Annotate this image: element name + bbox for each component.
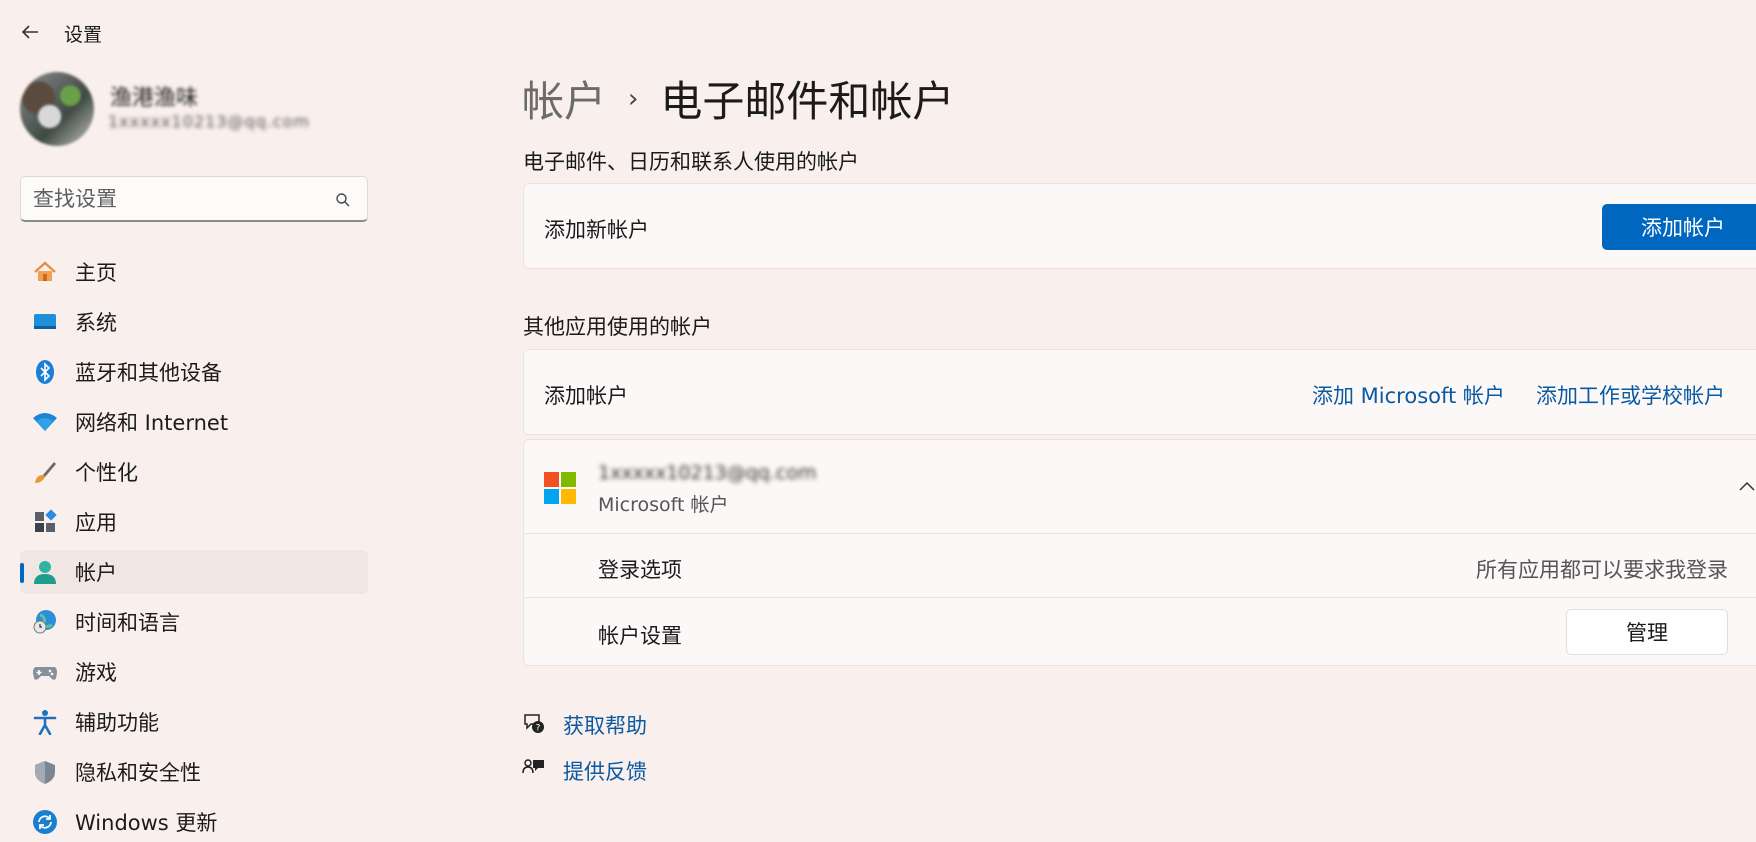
sidebar-item-bluetooth[interactable]: 蓝牙和其他设备	[20, 350, 368, 394]
globe-clock-icon	[32, 609, 58, 635]
sidebar-item-personalization[interactable]: 个性化	[20, 450, 368, 494]
sidebar-item-system[interactable]: 系统	[20, 300, 368, 344]
title-bar: 设置	[0, 0, 1756, 62]
other-accounts-card: 添加帐户 添加 Microsoft 帐户 添加工作或学校帐户	[523, 349, 1756, 435]
sidebar-item-windows-update[interactable]: Windows 更新	[20, 800, 368, 842]
arrow-left-icon	[21, 25, 38, 39]
add-account-label: 添加帐户	[544, 384, 628, 408]
sidebar-item-gaming[interactable]: 游戏	[20, 650, 368, 694]
account-icon	[32, 559, 58, 585]
breadcrumb-parent[interactable]: 帐户	[522, 68, 606, 129]
sidebar-item-label: 网络和 Internet	[75, 411, 229, 435]
sidebar-item-label: 应用	[75, 511, 117, 535]
sidebar-item-privacy[interactable]: 隐私和安全性	[20, 750, 368, 794]
email-section-title: 电子邮件、日历和联系人使用的帐户	[523, 150, 859, 174]
svg-text:?: ?	[536, 724, 541, 734]
manage-button[interactable]: 管理	[1566, 609, 1728, 655]
search-icon[interactable]	[335, 192, 351, 208]
search-box[interactable]	[20, 176, 368, 222]
sidebar-item-time-language[interactable]: 时间和语言	[20, 600, 368, 644]
breadcrumb: 帐户 › 电子邮件和帐户	[522, 68, 954, 129]
sidebar-item-accessibility[interactable]: 辅助功能	[20, 700, 368, 744]
home-icon	[32, 259, 58, 285]
sidebar-item-label: 帐户	[75, 561, 117, 585]
sidebar-nav: 主页 系统 蓝牙和其他设备 网络和 Internet 个性化 应用 帐户 时间和…	[20, 250, 368, 842]
account-email: 1xxxxx10213@qq.com	[598, 462, 817, 484]
update-icon	[32, 809, 58, 835]
app-title: 设置	[64, 24, 103, 46]
microsoft-logo-icon	[544, 472, 576, 504]
add-new-account-card: 添加新帐户 添加帐户	[523, 183, 1756, 269]
add-account-button[interactable]: 添加帐户	[1602, 204, 1756, 250]
user-email: 1xxxxx10213@qq.com	[108, 112, 310, 131]
avatar[interactable]	[20, 72, 94, 146]
give-feedback-link[interactable]: 提供反馈	[563, 756, 647, 786]
feedback-icon	[522, 759, 544, 774]
page-title: 电子邮件和帐户	[660, 77, 955, 126]
account-type: Microsoft 帐户	[598, 494, 729, 516]
search-input[interactable]	[33, 186, 323, 212]
divider	[524, 597, 1756, 598]
shield-icon	[32, 759, 58, 785]
user-name: 渔港渔味	[110, 86, 199, 111]
sidebar-item-label: Windows 更新	[75, 811, 218, 835]
add-new-account-label: 添加新帐户	[544, 218, 649, 242]
signin-options-label: 登录选项	[598, 558, 682, 582]
sidebar-item-label: 蓝牙和其他设备	[75, 361, 222, 385]
add-microsoft-account-link[interactable]: 添加 Microsoft 帐户	[1312, 380, 1505, 410]
divider	[524, 533, 1756, 534]
brush-icon	[32, 459, 58, 485]
apps-icon	[32, 509, 58, 535]
signin-options-value: 所有应用都可以要求我登录	[1476, 558, 1728, 582]
wifi-icon	[32, 409, 58, 435]
bluetooth-icon	[32, 359, 58, 385]
sidebar-item-network[interactable]: 网络和 Internet	[20, 400, 368, 444]
sidebar-item-label: 时间和语言	[75, 611, 180, 635]
system-icon	[32, 309, 58, 335]
sidebar-item-label: 系统	[75, 311, 117, 335]
sidebar-item-accounts[interactable]: 帐户	[20, 550, 368, 594]
sidebar-item-label: 主页	[75, 261, 117, 285]
other-section-title: 其他应用使用的帐户	[523, 315, 712, 339]
add-work-school-account-link[interactable]: 添加工作或学校帐户	[1536, 380, 1725, 410]
sidebar-item-label: 游戏	[75, 661, 117, 685]
sidebar-item-label: 个性化	[75, 461, 138, 485]
get-help-link[interactable]: 获取帮助	[563, 710, 647, 740]
microsoft-account-expander: 1xxxxx10213@qq.com Microsoft 帐户 登录选项 所有应…	[523, 439, 1756, 666]
account-settings-label: 帐户设置	[598, 624, 682, 648]
sidebar-item-label: 隐私和安全性	[75, 761, 201, 785]
sidebar-item-label: 辅助功能	[75, 711, 159, 735]
chevron-up-icon[interactable]	[1738, 480, 1756, 492]
back-button[interactable]	[18, 20, 42, 44]
breadcrumb-separator: ›	[628, 83, 639, 114]
gamepad-icon	[32, 659, 58, 685]
accessibility-icon	[32, 709, 58, 735]
help-icon: ?	[524, 714, 544, 734]
sidebar-item-home[interactable]: 主页	[20, 250, 368, 294]
sidebar-item-apps[interactable]: 应用	[20, 500, 368, 544]
